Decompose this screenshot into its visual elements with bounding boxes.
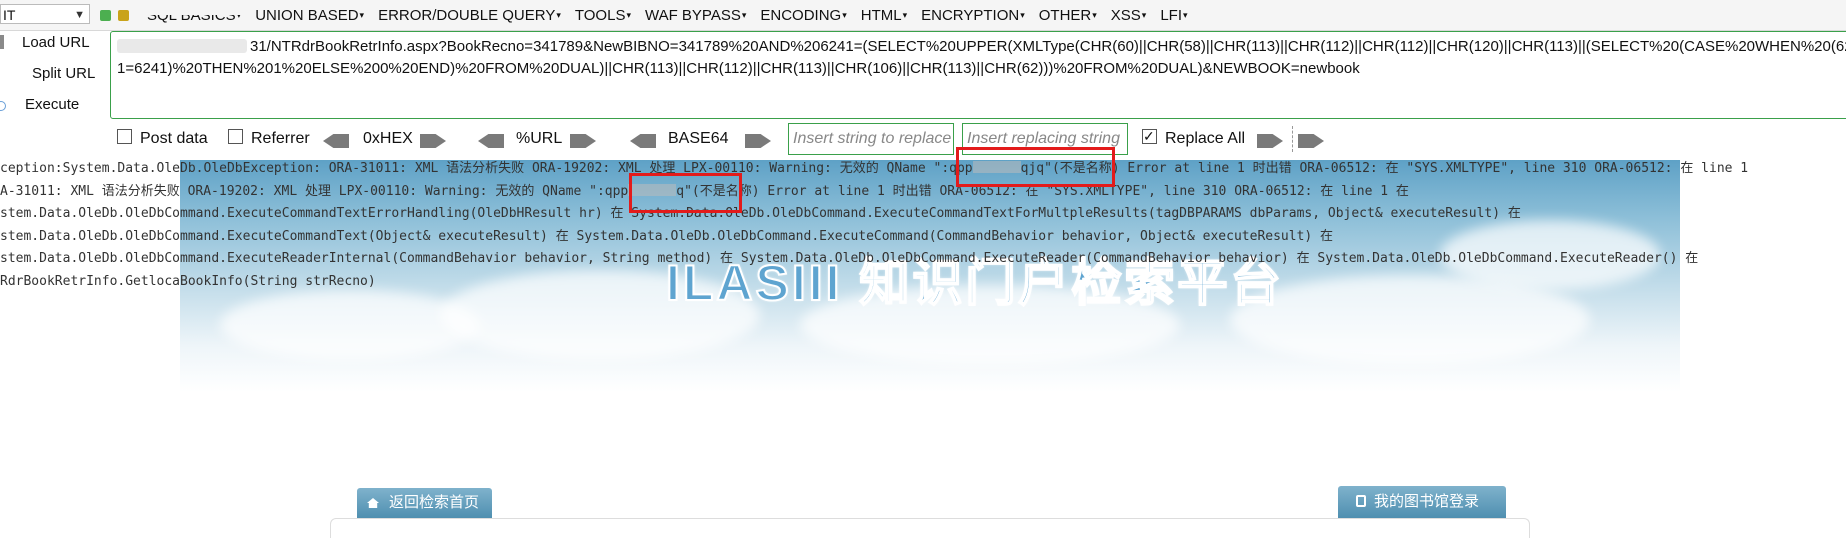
caret-icon: ▾ xyxy=(842,9,847,20)
menu-bar: SQL BASICS▾ UNION BASED▾ ERROR/DOUBLE QU… xyxy=(140,0,1202,30)
execute-button[interactable]: Execute xyxy=(0,94,79,116)
caret-icon: ▾ xyxy=(741,9,747,20)
hex-encode-arrow-icon[interactable] xyxy=(420,134,446,148)
load-icon xyxy=(0,35,4,49)
checkbox-box[interactable] xyxy=(117,129,132,144)
highlight-box xyxy=(956,147,1115,187)
mode-select-value: IT xyxy=(3,7,16,23)
error-line: stem.Data.OleDb.OleDbCommand.ExecuteComm… xyxy=(0,206,1521,221)
error-output: ception:System.Data.OleDb.OleDbException… xyxy=(0,158,1846,293)
url-encode-arrow-icon[interactable] xyxy=(570,134,596,148)
green-square-icon[interactable] xyxy=(100,10,111,21)
error-line: ception:System.Data.OleDb.OleDbException… xyxy=(0,161,1749,176)
error-line: stem.Data.OleDb.OleDbCommand.ExecuteRead… xyxy=(0,251,1699,266)
menu-html[interactable]: HTML▾ xyxy=(861,7,907,24)
caret-icon: ▾ xyxy=(626,9,631,20)
yellow-square-icon[interactable] xyxy=(118,10,129,21)
url-text: 31/NTRdrBookRetrInfo.aspx?BookRecno=3417… xyxy=(117,38,1846,77)
redacted-host xyxy=(117,39,247,53)
chevron-down-icon: ▼ xyxy=(74,9,85,21)
menu-tools[interactable]: TOOLS▾ xyxy=(575,7,631,24)
url-textarea[interactable]: 31/NTRdrBookRetrInfo.aspx?BookRecno=3417… xyxy=(110,31,1846,119)
base64-encode-arrow-icon[interactable] xyxy=(745,134,771,148)
menu-lfi[interactable]: LFI▾ xyxy=(1160,7,1187,24)
hackbar-toolbar: IT ▼ SQL BASICS▾ UNION BASED▾ ERROR/DOUB… xyxy=(0,0,1846,31)
checkbox-box[interactable] xyxy=(228,129,243,144)
library-login-button[interactable]: 我的图书馆登录 xyxy=(1338,486,1506,518)
content-frame xyxy=(330,518,1530,538)
hex-label: 0xHEX xyxy=(363,130,413,147)
hex-decode-arrow-icon[interactable] xyxy=(323,134,349,148)
replace-all-checkbox[interactable]: Replace All xyxy=(1142,125,1245,150)
caret-icon: ▾ xyxy=(1020,9,1025,20)
url-label: %URL xyxy=(516,130,563,147)
lock-icon xyxy=(1356,495,1366,507)
home-icon xyxy=(367,498,379,508)
menu-sql-basics[interactable]: SQL BASICS▾ xyxy=(140,4,246,24)
execute-icon xyxy=(0,101,6,111)
url-decode-arrow-icon[interactable] xyxy=(478,134,504,148)
checkbox-box[interactable] xyxy=(1142,125,1157,147)
caret-icon: ▾ xyxy=(556,9,561,20)
caret-icon: ▾ xyxy=(359,9,365,20)
referrer-checkbox[interactable]: Referrer xyxy=(228,128,310,150)
error-line: stem.Data.OleDb.OleDbCommand.ExecuteComm… xyxy=(0,228,1334,244)
base64-label: BASE64 xyxy=(668,130,729,147)
highlight-box xyxy=(629,173,742,213)
load-url-button[interactable]: Load URL xyxy=(0,32,90,54)
caret-icon: ▾ xyxy=(1141,9,1147,20)
menu-other[interactable]: OTHER▾ xyxy=(1039,7,1097,24)
menu-xss[interactable]: XSS▾ xyxy=(1111,7,1147,24)
replace-arrow-icon[interactable] xyxy=(1257,134,1283,148)
post-data-checkbox[interactable]: Post data xyxy=(117,128,208,150)
mode-select[interactable]: IT ▼ xyxy=(0,4,90,24)
return-search-home-button[interactable]: 返回检索首页 xyxy=(357,488,492,518)
caret-icon: ▾ xyxy=(1092,9,1097,20)
insert-string-input[interactable]: Insert string to replace xyxy=(788,123,954,155)
error-line: A-31011: XML 语法分析失败 ORA-19202: XML 处理 LP… xyxy=(0,183,1409,199)
caret-icon: ▾ xyxy=(236,9,242,20)
split-icon xyxy=(0,66,10,80)
menu-encryption[interactable]: ENCRYPTION▾ xyxy=(921,7,1025,24)
menu-waf-bypass[interactable]: WAF BYPASS▾ xyxy=(645,7,746,24)
cloud xyxy=(220,290,480,360)
menu-error-double-query[interactable]: ERROR/DOUBLE QUERY▾ xyxy=(378,7,561,24)
base64-decode-arrow-icon[interactable] xyxy=(630,134,656,148)
menu-encoding[interactable]: ENCODING▾ xyxy=(760,7,846,24)
error-line: RdrBookRetrInfo.GetlocaBookInfo(String s… xyxy=(0,273,376,289)
caret-icon: ▾ xyxy=(1183,9,1188,20)
separator xyxy=(1292,126,1294,152)
menu-union-based[interactable]: UNION BASED▾ xyxy=(255,7,364,24)
replace-run-arrow-icon[interactable] xyxy=(1298,134,1324,148)
caret-icon: ▾ xyxy=(902,9,908,20)
split-url-button[interactable]: Split URL xyxy=(0,63,95,85)
